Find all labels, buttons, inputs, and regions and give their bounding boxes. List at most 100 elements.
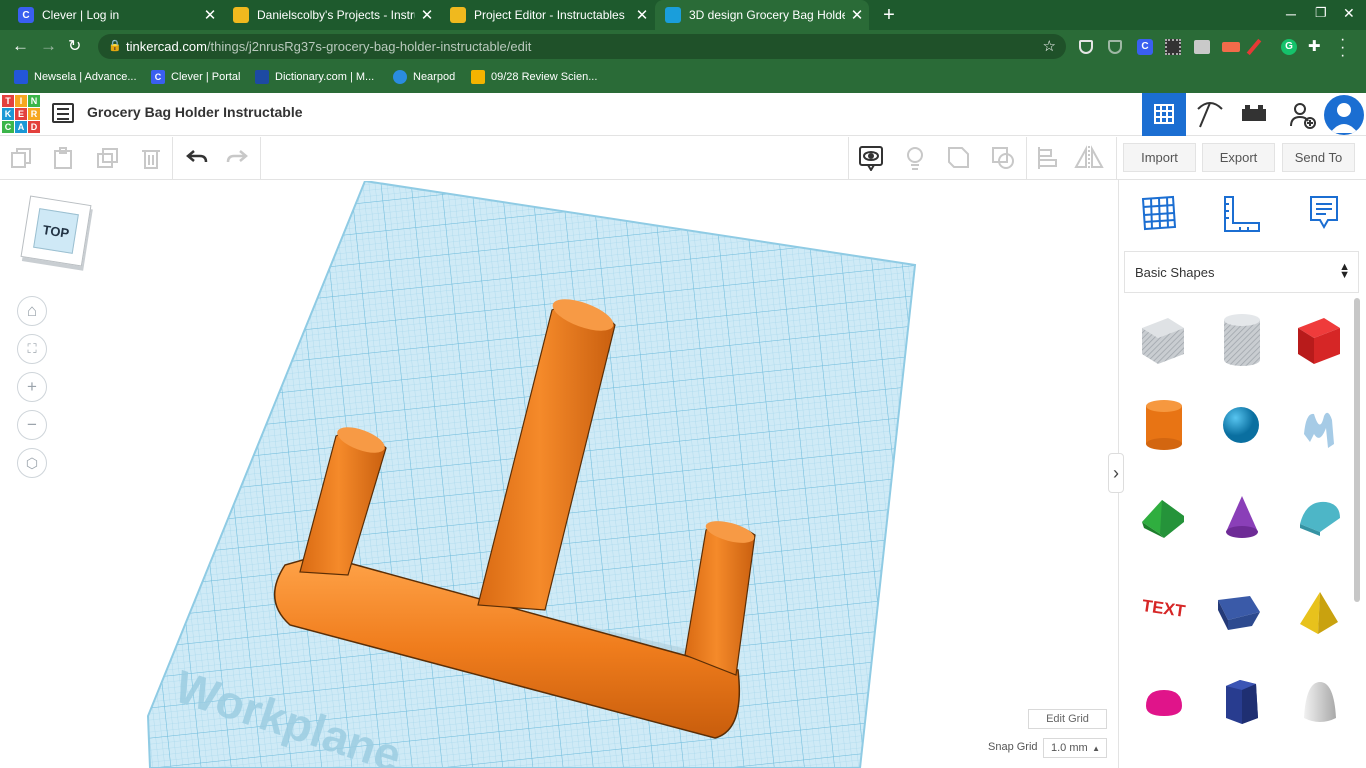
shape-library-dropdown[interactable]: Basic Shapes ▲ ▼ <box>1124 251 1359 293</box>
perspective-button[interactable]: ⬡ <box>17 448 47 478</box>
minimize-icon[interactable]: ─ <box>1286 6 1296 22</box>
restore-icon[interactable]: ❐ <box>1315 5 1327 21</box>
logo-letter: T <box>2 95 14 107</box>
shape-text[interactable]: TEXT <box>1140 590 1188 626</box>
shield-outline-extension-icon[interactable] <box>1108 40 1122 54</box>
newsela-icon <box>14 70 28 84</box>
shape-box[interactable] <box>1294 314 1344 366</box>
shape-scribble[interactable] <box>1298 404 1340 452</box>
shape-cylinder-hole[interactable] <box>1220 312 1264 368</box>
tab-instructables-projects[interactable]: Danielscolby's Projects - Instructables … <box>223 0 439 30</box>
bricks-button[interactable] <box>1232 93 1276 136</box>
close-tab-icon[interactable]: ✕ <box>415 6 439 24</box>
shape-wedge[interactable] <box>1214 592 1264 634</box>
select-arrows-icon: ▲ ▼ <box>1339 261 1350 281</box>
design-title[interactable]: Grocery Bag Holder Instructable <box>87 104 303 120</box>
home-icon: ⌂ <box>26 301 38 320</box>
address-bar[interactable]: 🔒 tinkercad.com/things/j2nrusRg37s-groce… <box>98 34 1066 59</box>
user-avatar[interactable] <box>1324 95 1364 135</box>
shape-cone[interactable] <box>1220 492 1264 542</box>
group-icon[interactable] <box>946 145 972 171</box>
tab-clever-login[interactable]: C Clever | Log in ✕ <box>8 0 222 30</box>
delete-icon[interactable] <box>140 147 162 169</box>
duplicate-icon[interactable] <box>96 147 120 169</box>
mirror-icon[interactable] <box>1074 145 1104 171</box>
zoom-in-button[interactable]: + <box>17 372 47 402</box>
snap-grid-select[interactable]: 1.0 mm ▲ <box>1043 738 1107 758</box>
bookmark-star-icon[interactable]: ☆ <box>1043 37 1056 55</box>
back-icon[interactable]: ← <box>12 36 29 56</box>
paste-icon[interactable] <box>52 147 74 169</box>
import-button[interactable]: Import <box>1123 143 1196 172</box>
copy-icon[interactable] <box>10 147 32 169</box>
design-list-icon[interactable] <box>52 103 74 123</box>
align-icon[interactable] <box>1036 145 1058 171</box>
lightbulb-icon[interactable] <box>904 145 926 171</box>
close-tab-icon[interactable]: ✕ <box>198 6 222 24</box>
collapse-panel-button[interactable]: › <box>1108 453 1124 493</box>
zoom-out-button[interactable]: − <box>17 410 47 440</box>
send-to-button[interactable]: Send To <box>1282 143 1355 172</box>
tab-title: 3D design Grocery Bag Holder Instructabl… <box>689 8 845 22</box>
shape-pyramid[interactable] <box>1296 588 1342 636</box>
undo-icon[interactable] <box>184 146 208 168</box>
tinkercad-logo[interactable]: T I N K E R C A D <box>2 95 40 133</box>
view-cube[interactable]: TOP <box>20 195 92 267</box>
redo-icon[interactable] <box>226 146 250 168</box>
shape-roof[interactable] <box>1138 494 1188 540</box>
invite-user-button[interactable] <box>1280 93 1324 136</box>
video-extension-icon[interactable] <box>1222 42 1240 52</box>
grid-view-icon <box>1154 104 1174 124</box>
bookmark-clever-portal[interactable]: C Clever | Portal <box>151 69 241 85</box>
shield-extension-icon[interactable] <box>1079 40 1093 54</box>
close-tab-icon[interactable]: ✕ <box>630 6 654 24</box>
shape-round-roof[interactable] <box>1296 494 1344 538</box>
close-tab-icon[interactable]: ✕ <box>845 6 869 24</box>
new-tab-icon[interactable]: + <box>878 4 900 26</box>
edit-grid-button[interactable]: Edit Grid <box>1028 709 1107 729</box>
tab-project-editor[interactable]: Project Editor - Instructables ✕ <box>440 0 654 30</box>
tab-title: Project Editor - Instructables <box>474 8 625 22</box>
bookmark-newsela[interactable]: Newsela | Advance... <box>14 69 137 85</box>
home-view-button[interactable]: ⌂ <box>17 296 47 326</box>
screen-extension-icon[interactable] <box>1194 40 1210 54</box>
viewport-3d[interactable]: Workplane <box>0 181 1118 768</box>
workplane-tool-icon[interactable] <box>1140 194 1178 232</box>
logo-letter: A <box>15 121 27 133</box>
fit-view-button[interactable]: ⛶ <box>17 334 47 364</box>
ungroup-icon[interactable] <box>990 145 1016 171</box>
shape-box-hole[interactable] <box>1138 314 1188 366</box>
grammarly-extension-icon[interactable]: G <box>1281 39 1297 55</box>
shape-polygon[interactable] <box>1220 676 1264 728</box>
shape-cylinder[interactable] <box>1142 398 1186 452</box>
bookmark-review-science[interactable]: 09/28 Review Scien... <box>471 69 597 85</box>
lock-icon: 🔒 <box>108 40 122 52</box>
paraboloid-icon <box>1304 682 1336 722</box>
close-window-icon[interactable]: ✕ <box>1343 5 1355 22</box>
extensions-puzzle-icon[interactable]: ✚ <box>1308 37 1321 55</box>
bookmark-nearpod[interactable]: Nearpod <box>393 69 455 85</box>
view-3d-button[interactable] <box>1142 93 1186 136</box>
shapes-scrollbar[interactable] <box>1354 298 1360 602</box>
bookmark-label: Nearpod <box>413 71 456 83</box>
export-button[interactable]: Export <box>1202 143 1275 172</box>
dictionary-icon <box>255 70 269 84</box>
toolbar-separator <box>260 137 261 180</box>
notes-tool-icon[interactable] <box>1308 194 1340 234</box>
shape-paraboloid[interactable] <box>1300 678 1340 726</box>
logo-letter: E <box>15 108 27 120</box>
shape-half-sphere[interactable] <box>1142 686 1186 720</box>
qr-extension-icon[interactable] <box>1165 39 1181 55</box>
codeblocks-button[interactable] <box>1188 93 1232 136</box>
bookmark-dictionary[interactable]: Dictionary.com | M... <box>255 69 374 85</box>
forward-icon[interactable]: → <box>40 36 57 56</box>
bookmark-label: Newsela | Advance... <box>34 71 137 83</box>
shape-sphere[interactable] <box>1220 404 1262 446</box>
notes-visibility-icon[interactable] <box>858 145 884 172</box>
clever-extension-icon[interactable]: C <box>1137 39 1153 55</box>
snap-grid-value: 1.0 mm <box>1051 742 1088 754</box>
ruler-tool-icon[interactable] <box>1222 194 1262 234</box>
tab-tinkercad-design[interactable]: 3D design Grocery Bag Holder Instructabl… <box>655 0 869 30</box>
browser-menu-icon[interactable]: · · · <box>1340 32 1345 64</box>
reload-icon[interactable]: ↻ <box>68 36 81 56</box>
